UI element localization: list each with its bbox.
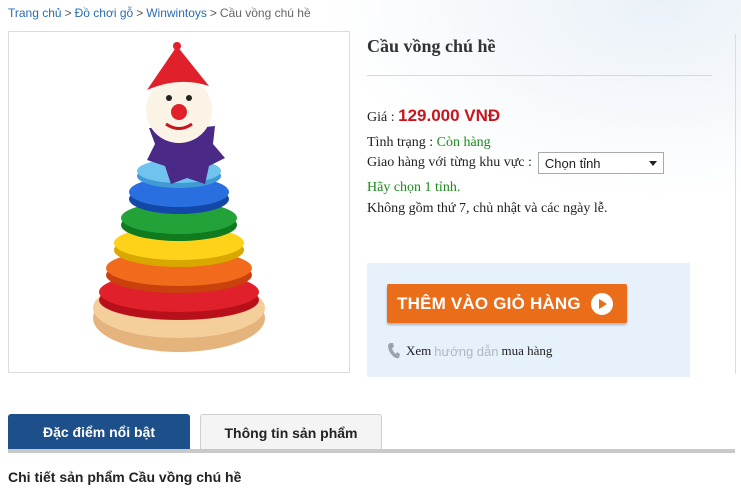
breadcrumb-separator: >: [64, 6, 72, 20]
adjacent-panel-edge: [735, 34, 741, 374]
product-image[interactable]: [8, 31, 350, 373]
section-title: Chi tiết sản phẩm Cầu vồng chú hề: [8, 469, 242, 485]
stock-label: Tình trạng :: [367, 135, 434, 150]
title-divider: [367, 75, 712, 76]
product-info: Cầu vồng chú hề Giá : 129.000 VNĐ Tình t…: [367, 30, 712, 217]
delivery-note: Không gồm thứ 7, chủ nhật và các ngày lễ…: [367, 201, 608, 216]
shipping-row: Giao hàng với từng khu vực : Chọn tỉnh: [367, 152, 712, 174]
tab-highlights[interactable]: Đặc điểm nổi bật: [8, 414, 190, 450]
phone-icon: [388, 343, 400, 359]
guide-prefix: Xem: [406, 343, 432, 358]
stock-status: Còn hàng: [436, 135, 491, 150]
region-select-value: Chọn tỉnh: [544, 155, 601, 171]
breadcrumb-separator: >: [209, 6, 217, 20]
breadcrumb-wooden-toys[interactable]: Đồ chơi gỗ: [75, 6, 134, 20]
play-circle-icon: [590, 292, 613, 315]
shipping-label: Giao hàng với từng khu vực :: [367, 155, 532, 170]
breadcrumb-current: Cầu vồng chú hề: [219, 6, 311, 20]
breadcrumb: Trang chủ > Đồ chơi gỗ > Winwintoys > Cầu vồng…: [8, 6, 311, 20]
guide-link[interactable]: hướng dẫn: [434, 344, 498, 359]
guide-suffix: mua hàng: [501, 343, 553, 358]
product-title: Cầu vồng chú hề: [367, 36, 496, 56]
breadcrumb-brand[interactable]: Winwintoys: [146, 6, 207, 20]
stock-row: Tình trạng : Còn hàng: [367, 135, 712, 151]
add-to-cart-label: THÊM VÀO GIỎ HÀNG: [397, 293, 581, 313]
add-to-cart-button[interactable]: THÊM VÀO GIỎ HÀNG: [387, 284, 627, 323]
breadcrumb-home[interactable]: Trang chủ: [8, 6, 62, 20]
price-label: Giá :: [367, 110, 395, 125]
tabs-underline: [8, 449, 735, 453]
tab-product-info[interactable]: Thông tin sản phẩm: [200, 414, 382, 450]
product-price: 129.000 VNĐ: [398, 106, 501, 125]
price-row: Giá : 129.000 VNĐ: [367, 106, 712, 126]
purchase-guide: Xem hướng dẫn mua hàng: [387, 342, 552, 360]
rainbow-clown-toy-image: [93, 42, 265, 352]
chevron-down-icon: [648, 160, 657, 166]
region-hint: Hãy chọn 1 tỉnh.: [367, 180, 461, 195]
product-tabs: Đặc điểm nổi bật Thông tin sản phẩm: [8, 414, 382, 450]
breadcrumb-separator: >: [136, 6, 144, 20]
region-select[interactable]: Chọn tỉnh: [537, 152, 664, 174]
cart-panel: THÊM VÀO GIỎ HÀNG Xem hướng dẫn mua hàng: [367, 263, 690, 377]
